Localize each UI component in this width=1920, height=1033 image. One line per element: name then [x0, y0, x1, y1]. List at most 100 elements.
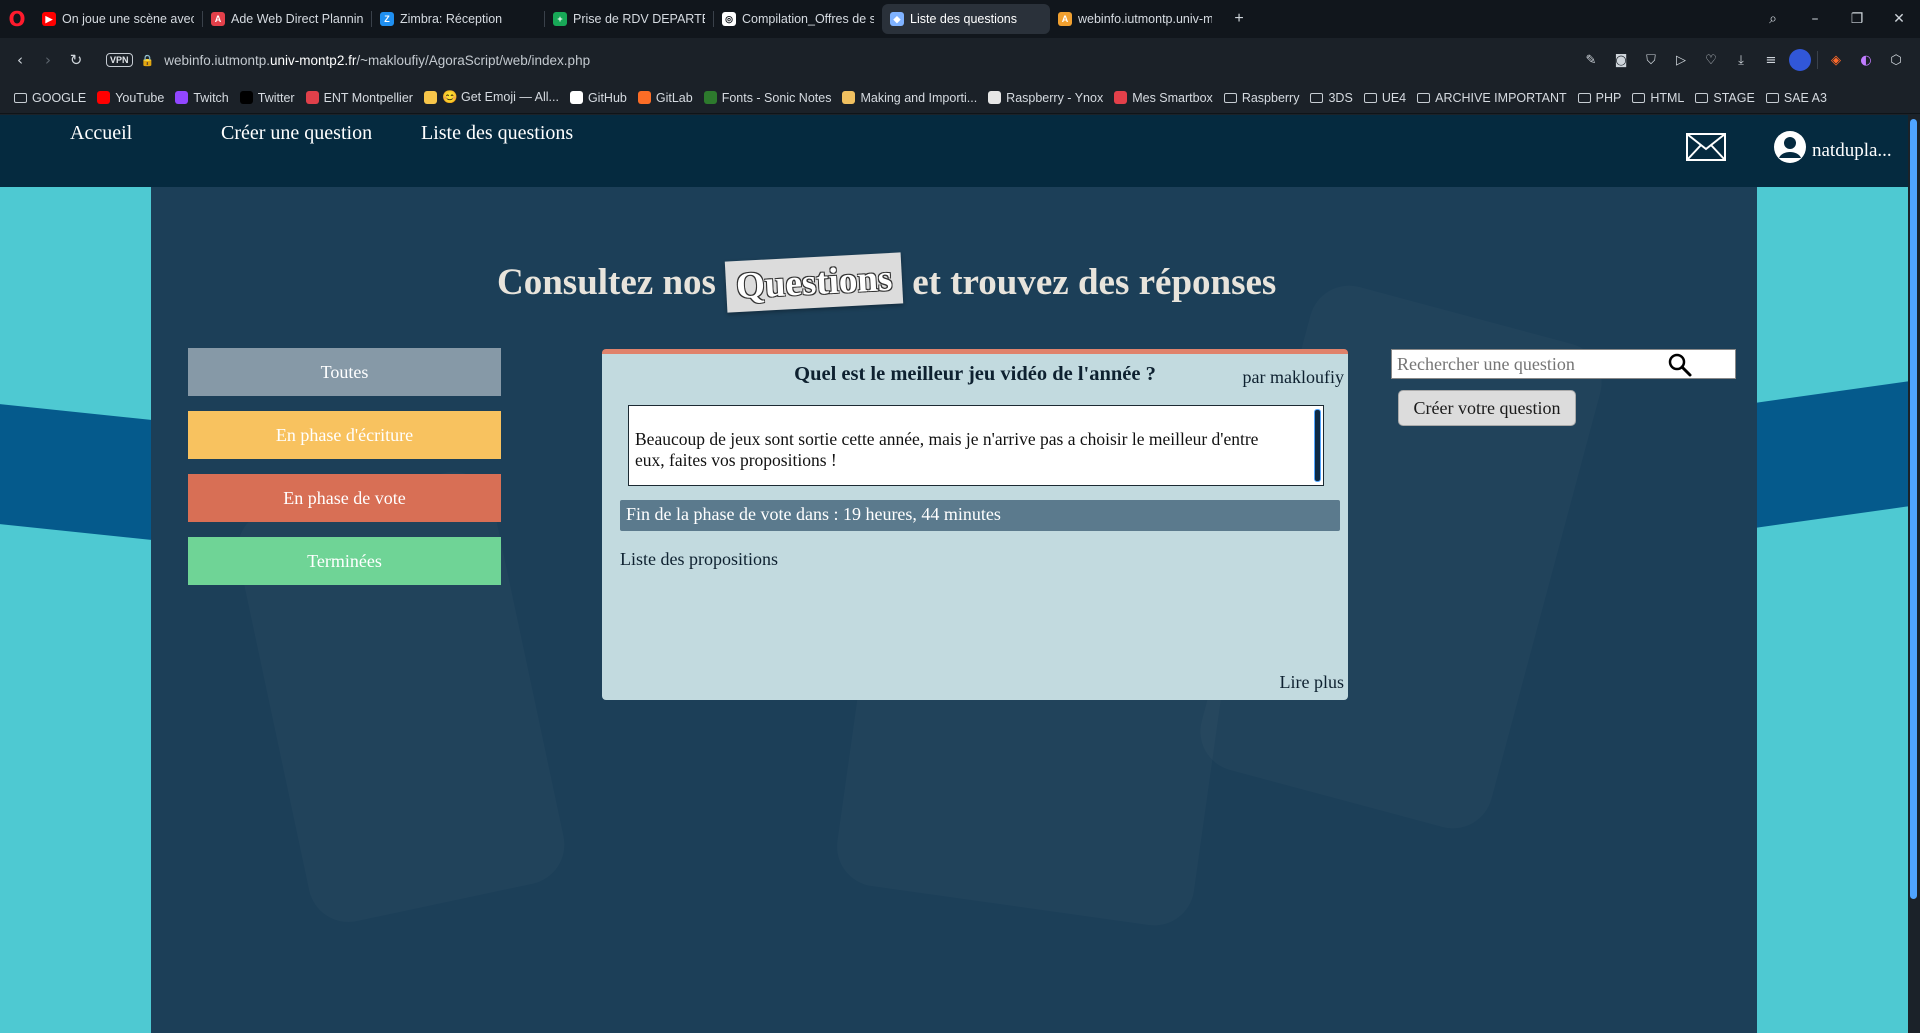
shield-icon[interactable]: ⛉: [1639, 53, 1663, 68]
bookmark-item[interactable]: Raspberry - Ynox: [988, 91, 1103, 105]
new-tab-plus-icon[interactable]: +: [1228, 8, 1250, 30]
search-tabs-icon[interactable]: ⌕: [1752, 11, 1794, 27]
hero-text-after: et trouvez des réponses: [912, 261, 1277, 303]
question-description[interactable]: Beaucoup de jeux sont sortie cette année…: [628, 405, 1324, 486]
bookmark-item[interactable]: 3DS: [1310, 91, 1353, 105]
tab-youtube[interactable]: ▶ On joue une scène avec M: [34, 4, 202, 34]
vpn-badge[interactable]: VPN: [106, 53, 133, 67]
tab-title: Liste des questions: [910, 12, 1018, 26]
folder-icon: [1363, 92, 1377, 103]
url-field[interactable]: webinfo.iutmontp.univ-montp2.fr/~maklouf…: [164, 53, 590, 68]
tab-title: Compilation_Offres de sta: [742, 12, 874, 26]
bookmark-item[interactable]: UE4: [1363, 91, 1406, 105]
youtube-icon: [97, 91, 111, 104]
sonic-icon: [703, 91, 717, 104]
tab-ade[interactable]: A Ade Web Direct Planning: [203, 4, 371, 34]
restore-icon[interactable]: ❐: [1836, 11, 1878, 27]
scrollbar-thumb[interactable]: [1910, 119, 1917, 899]
browser-tab-bar: O ▶ On joue une scène avec M A Ade Web D…: [0, 0, 1920, 38]
bookmark-item[interactable]: Fonts - Sonic Notes: [703, 90, 832, 105]
bookmark-item[interactable]: GitLab: [637, 90, 693, 105]
address-bar: ‹ › ↻ VPN 🔒 webinfo.iutmontp.univ-montp2…: [0, 38, 1920, 82]
bookmark-item[interactable]: ENT Montpellier: [305, 91, 413, 105]
bookmark-item[interactable]: GOOGLE: [14, 91, 86, 105]
filter-finished-button[interactable]: Terminées: [188, 537, 501, 585]
tab-webinfo[interactable]: A webinfo.iutmontp.univ-m: [1050, 4, 1220, 34]
tab-zimbra[interactable]: Z Zimbra: Réception: [372, 4, 544, 34]
bookmark-item[interactable]: HTML: [1632, 91, 1684, 105]
menu-icon[interactable]: ≡: [1759, 53, 1783, 68]
nav-create-question-link[interactable]: Créer une question: [221, 122, 372, 145]
bookmark-label: Mes Smartbox: [1132, 90, 1213, 105]
bookmark-item[interactable]: ARCHIVE IMPORTANT: [1417, 91, 1567, 105]
address-bar-actions: ✎ ◙ ⛉ ▷ ♡ ⤓ ≡ ◈ ◐ ⬡: [1579, 38, 1908, 82]
filter-writing-phase-button[interactable]: En phase d'écriture: [188, 411, 501, 459]
bookmark-label: Fonts - Sonic Notes: [721, 90, 832, 105]
bookmark-label: GitLab: [655, 90, 693, 105]
bookmark-item[interactable]: PHP: [1577, 91, 1621, 105]
search-input[interactable]: [1397, 352, 1677, 376]
extension-orange-icon[interactable]: ◈: [1824, 53, 1848, 68]
username[interactable]: natdupla...: [1812, 140, 1892, 162]
back-icon[interactable]: ‹: [6, 51, 34, 69]
nav-question-list-link[interactable]: Liste des questions: [421, 122, 573, 145]
bookmark-item[interactable]: Making and Importi...: [842, 91, 977, 105]
extension-avatar-icon[interactable]: [1789, 49, 1811, 71]
extension-purple-icon[interactable]: ◐: [1854, 53, 1878, 68]
tab-compilation[interactable]: ◎ Compilation_Offres de sta: [714, 4, 882, 34]
reload-icon[interactable]: ↻: [62, 51, 90, 69]
mail-icon[interactable]: [1686, 133, 1726, 161]
bookmark-item[interactable]: STAGE: [1695, 91, 1755, 105]
create-question-button[interactable]: Créer votre question: [1398, 390, 1576, 426]
making-icon: [842, 91, 856, 104]
window-controls: ⌕ – ❐ ✕: [1752, 0, 1920, 38]
page-scrollbar[interactable]: [1908, 115, 1920, 1033]
tab-liste-questions[interactable]: ◆ Liste des questions: [882, 4, 1050, 34]
nav-home-link[interactable]: Accueil: [70, 122, 132, 145]
question-card: Quel est le meilleur jeu vidéo de l'anné…: [602, 349, 1348, 700]
left-decorative-band: [0, 187, 151, 1033]
description-scrollbar[interactable]: [1314, 409, 1321, 482]
bookmark-item[interactable]: Raspberry: [1223, 90, 1300, 105]
edit-icon[interactable]: ✎: [1579, 53, 1603, 68]
bookmark-label: Raspberry: [1241, 90, 1300, 105]
filter-voting-phase-button[interactable]: En phase de vote: [188, 474, 501, 522]
heart-icon[interactable]: ♡: [1699, 53, 1723, 68]
bookmark-label: ARCHIVE IMPORTANT: [1435, 90, 1567, 105]
camera-icon[interactable]: ◙: [1609, 53, 1633, 68]
play-icon[interactable]: ▷: [1669, 53, 1693, 68]
page-viewport: Accueil Créer une question Liste des que…: [0, 115, 1920, 1033]
hero-text-before: Consultez nos: [497, 261, 716, 303]
close-icon[interactable]: ✕: [1878, 11, 1920, 27]
folder-icon: [1417, 92, 1431, 103]
bookmark-label: YouTube: [115, 90, 165, 105]
proposals-list-label: Liste des propositions: [620, 549, 778, 569]
bookmark-item[interactable]: Twitch: [175, 91, 229, 105]
bookmark-item[interactable]: Mes Smartbox: [1114, 91, 1213, 105]
question-title[interactable]: Quel est le meilleur jeu vidéo de l'anné…: [602, 363, 1348, 386]
user-avatar-icon[interactable]: [1774, 131, 1806, 163]
lock-icon[interactable]: 🔒: [141, 54, 155, 67]
bookmark-item[interactable]: Twitter: [239, 91, 295, 105]
forward-icon[interactable]: ›: [34, 51, 62, 69]
filter-all-button[interactable]: Toutes: [188, 348, 501, 396]
cube-icon: ◆: [890, 12, 904, 26]
opera-logo-icon[interactable]: O: [0, 0, 34, 38]
bookmark-item[interactable]: GitHub: [569, 90, 627, 105]
bookmark-item[interactable]: 😊 Get Emoji — All...: [423, 90, 559, 105]
download-icon[interactable]: ⤓: [1729, 53, 1753, 68]
bookmark-item[interactable]: YouTube: [97, 91, 164, 105]
bookmark-item[interactable]: SAE A3: [1765, 91, 1827, 105]
minimize-icon[interactable]: –: [1794, 11, 1836, 27]
tab-rdv[interactable]: + Prise de RDV DEPARTEMEN: [545, 4, 713, 34]
ent-icon: [305, 91, 319, 104]
hero-heading: Consultez nos Questions et trouvez des r…: [497, 247, 1276, 317]
bookmark-label: GitHub: [587, 90, 627, 105]
page-icon: [988, 91, 1002, 104]
read-more-link[interactable]: Lire plus: [1280, 672, 1345, 693]
extensions-cube-icon[interactable]: ⬡: [1884, 53, 1908, 68]
bookmark-label: Raspberry - Ynox: [1006, 90, 1104, 105]
folder-icon: [1765, 92, 1779, 103]
sheets-icon: +: [553, 12, 567, 26]
search-icon[interactable]: [1667, 352, 1693, 378]
